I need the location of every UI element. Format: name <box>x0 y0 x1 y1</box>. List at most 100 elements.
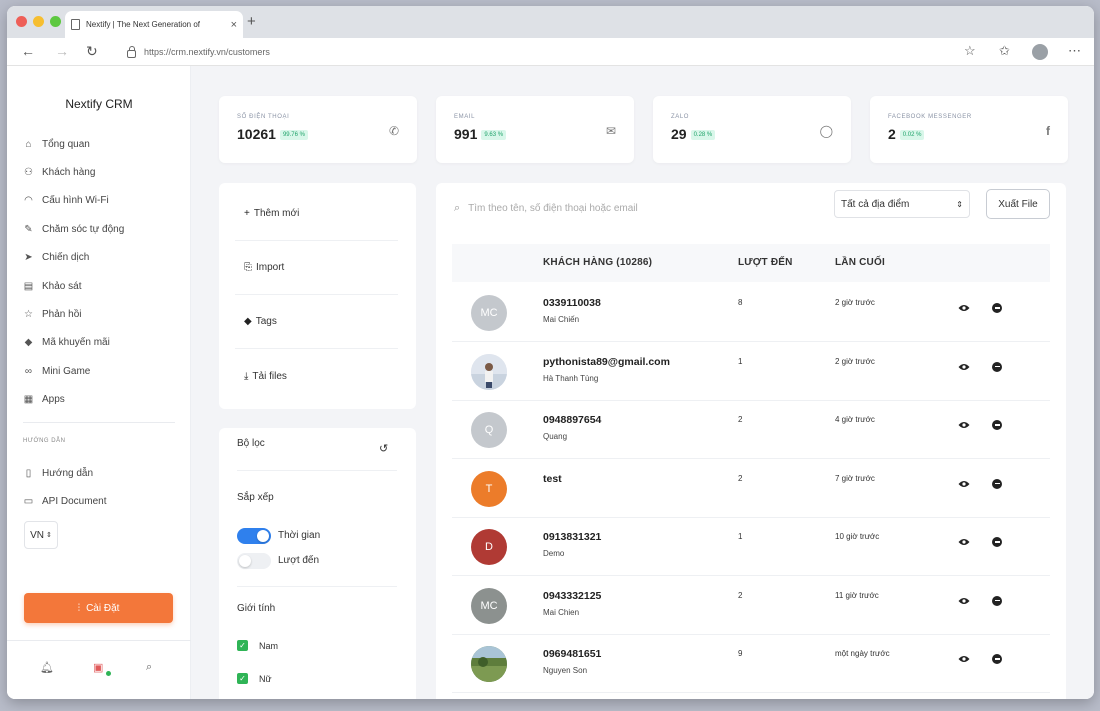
remove-icon[interactable] <box>992 361 1002 372</box>
reset-icon[interactable]: ↺ <box>379 442 388 455</box>
remove-icon[interactable] <box>992 654 1002 664</box>
table-row[interactable]: Q 0948897654 Quang 2 4 giờ trước <box>452 401 1050 459</box>
table-row[interactable]: 0969481651 Nguyen Son 9 một ngày trước <box>452 635 1050 693</box>
remove-icon[interactable] <box>992 595 1002 606</box>
import-icon: ⎘ <box>244 262 252 273</box>
back-icon[interactable]: ← <box>21 43 35 59</box>
address-bar[interactable]: https://crm.nextify.vn/customers <box>127 42 997 62</box>
gamepad-icon: ∞ <box>24 365 33 377</box>
customer-name[interactable]: 0339110038 <box>543 297 601 309</box>
remove-icon[interactable] <box>992 303 1002 313</box>
sidebar-item-campaigns[interactable]: ➤ Chiến dịch <box>23 244 179 272</box>
import-button[interactable]: ⎘ Import <box>235 241 398 295</box>
user-avatar[interactable]: ▣ <box>93 661 103 674</box>
customer-name[interactable]: 0913831321 <box>543 531 601 543</box>
tags-button[interactable]: ◆ Tags <box>235 295 398 349</box>
eye-icon[interactable] <box>958 363 970 371</box>
sort-time-toggle[interactable] <box>237 528 271 544</box>
language-select[interactable]: VN ⇕ <box>24 521 58 549</box>
phone-icon: ✆ <box>388 124 399 138</box>
sliders-icon: ⫶ <box>77 602 81 614</box>
search-icon[interactable]: ⌕ <box>146 661 152 674</box>
search-input[interactable] <box>468 202 799 214</box>
sidebar-item-mini-game[interactable]: ∞ Mini Game <box>23 357 179 385</box>
close-tab-icon[interactable]: × <box>231 19 237 31</box>
lock-icon <box>127 45 136 58</box>
download-files-button[interactable]: ⤓ Tải files <box>235 349 398 403</box>
minimize-window-button[interactable] <box>33 16 44 27</box>
sidebar-item-promo-codes[interactable]: ◆ Mã khuyến mãi <box>23 329 179 357</box>
last-visit: 10 giờ trước <box>835 532 880 541</box>
eye-icon[interactable] <box>958 538 970 546</box>
table-row[interactable]: pythonista89@gmail.com Hà Thanh Tùng 1 2 gi… <box>452 343 1050 401</box>
customer-name[interactable]: 0969481651 <box>543 648 601 660</box>
percent-badge: 99.76 % <box>279 130 308 140</box>
male-checkbox[interactable]: ✓ <box>237 640 248 651</box>
browser-tab[interactable]: Nextify | The Next Generation of × <box>65 11 243 38</box>
sidebar-item-survey[interactable]: ▤ Khảo sát <box>23 272 179 300</box>
column-visits[interactable]: LƯỢT ĐẾN <box>738 257 793 268</box>
customer-list-panel: ⌕ Tất cả địa điểm⇕ Xuất File KHÁCH HÀNG … <box>436 183 1066 699</box>
eye-icon[interactable] <box>958 480 970 488</box>
bell-icon[interactable]: 🔔︎ <box>40 661 54 674</box>
new-tab-icon[interactable]: + <box>247 13 256 30</box>
export-file-button[interactable]: Xuất File <box>986 189 1050 219</box>
maximize-window-button[interactable] <box>50 16 61 27</box>
sidebar-item-customers[interactable]: ⚇ Khách hàng <box>23 158 179 186</box>
table-row[interactable]: MC 0339110038 Mai Chiến 8 2 giờ trước <box>452 284 1050 342</box>
eye-icon[interactable] <box>958 304 970 312</box>
sidebar-item-overview[interactable]: ⌂ Tổng quan <box>23 130 179 158</box>
remove-icon[interactable] <box>992 420 1002 430</box>
table-row[interactable]: D 0913831321 Demo 1 10 giờ trước <box>452 518 1050 576</box>
customer-name[interactable]: pythonista89@gmail.com <box>543 356 670 368</box>
favorites-icon[interactable]: ✩ <box>999 43 1010 59</box>
page-icon <box>71 19 80 30</box>
sidebar-item-wifi[interactable]: ◠ Cấu hình Wi-Fi <box>23 187 179 215</box>
eye-icon[interactable] <box>958 597 970 605</box>
customer-name[interactable]: test <box>543 473 562 485</box>
location-select[interactable]: Tất cả địa điểm ⇕ <box>834 190 970 218</box>
search-bar: ⌕ <box>454 197 834 219</box>
sidebar-item-apps[interactable]: ▦ Apps <box>23 386 179 414</box>
female-label: Nữ <box>259 674 272 684</box>
remove-icon[interactable] <box>992 478 1002 489</box>
more-menu-icon[interactable]: ⋯ <box>1068 43 1081 59</box>
sidebar-item-guide[interactable]: ▯ Hướng dẫn <box>23 459 179 487</box>
customer-subname: Demo <box>543 549 565 558</box>
customer-name[interactable]: 0948897654 <box>543 414 601 426</box>
sort-visits-label: Lượt đến <box>278 555 320 566</box>
sidebar-item-api-document[interactable]: ▭ API Document <box>23 487 179 515</box>
eye-icon[interactable] <box>958 655 970 663</box>
forward-icon[interactable]: → <box>55 43 69 59</box>
last-visit: 2 giờ trước <box>835 356 875 366</box>
column-customers[interactable]: KHÁCH HÀNG (10286) <box>543 257 652 268</box>
settings-button[interactable]: ⫶ Cài Đặt <box>24 593 173 623</box>
avatar: Q <box>471 412 507 448</box>
add-new-button[interactable]: + Thêm mới <box>235 187 398 241</box>
search-icon: ⌕ <box>454 201 461 214</box>
close-window-button[interactable] <box>16 16 27 27</box>
customer-name[interactable]: 0943332125 <box>543 590 601 602</box>
last-visit: 11 giờ trước <box>835 590 879 600</box>
avatar <box>471 353 507 390</box>
table-row[interactable]: MC 0943332125 Mai Chien 2 11 giờ trước <box>452 577 1050 635</box>
sidebar-item-automation[interactable]: ✎ Chăm sóc tự động <box>23 215 179 243</box>
users-icon: ⚇ <box>24 167 33 179</box>
female-checkbox[interactable]: ✓ <box>237 673 248 684</box>
eye-icon[interactable] <box>958 421 970 429</box>
reload-icon[interactable]: ↻ <box>86 43 98 60</box>
customer-subname: Nguyen Son <box>543 666 588 675</box>
tab-title: Nextify | The Next Generation of <box>86 20 200 29</box>
last-visit: 4 giờ trước <box>835 415 875 424</box>
stat-card-phone: SỐ ĐIỆN THOẠI 10261 99.76 % ✆ <box>219 96 417 163</box>
sidebar-item-feedback[interactable]: ☆ Phản hồi <box>23 300 179 328</box>
column-last-visit[interactable]: LẦN CUỐI <box>835 257 885 268</box>
profile-avatar[interactable] <box>1032 44 1048 60</box>
gender-label: Giới tính <box>237 603 276 614</box>
bookmark-star-icon[interactable]: ☆ <box>964 43 976 59</box>
table-row[interactable]: Ttest 2 7 giờ trước <box>452 460 1050 518</box>
sort-visits-toggle[interactable] <box>237 553 271 569</box>
sidebar-divider <box>23 422 175 423</box>
remove-icon[interactable] <box>992 537 1002 547</box>
sidebar-footer: 🔔︎ ▣ ⌕ <box>7 661 191 681</box>
